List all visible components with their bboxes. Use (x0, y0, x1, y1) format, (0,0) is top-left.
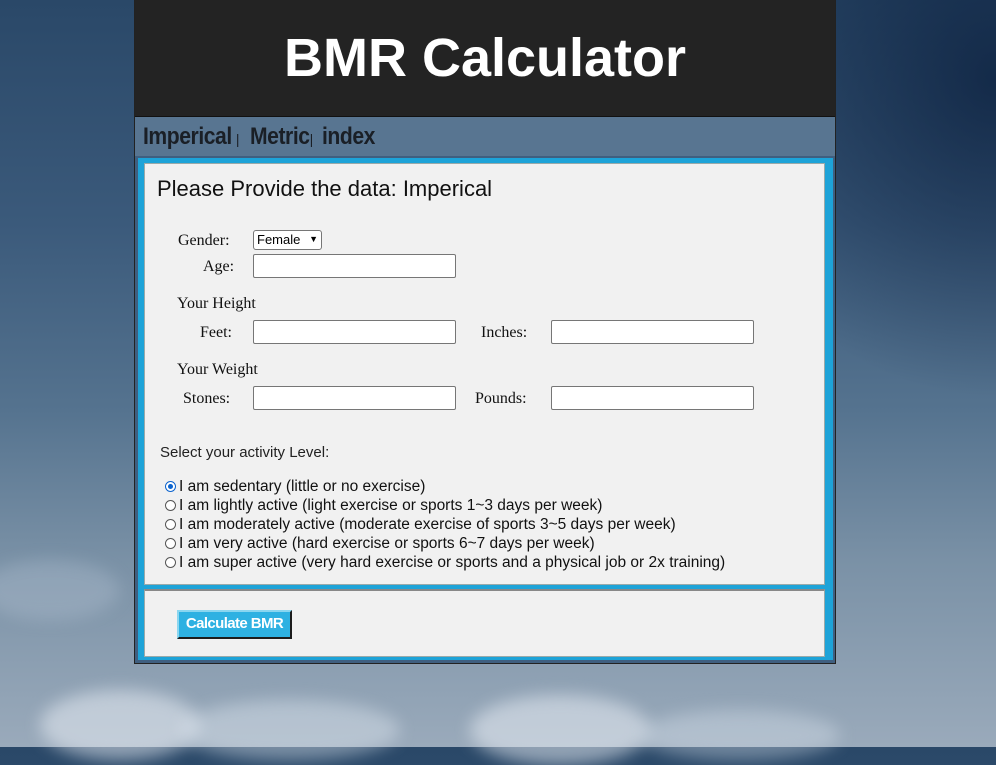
nav-bar: Imperical | Metric| index (135, 117, 835, 156)
activity-option-very-active[interactable]: I am very active (hard exercise or sport… (165, 535, 595, 553)
chevron-down-icon: ▼ (309, 234, 318, 244)
form-title: Please Provide the data: Imperical (157, 176, 493, 201)
age-label: Age: (203, 258, 235, 275)
activity-option-super-active[interactable]: I am super active (very hard exercise or… (165, 554, 725, 572)
weight-section-label: Your Weight (177, 361, 258, 378)
stones-label: Stones: (183, 390, 231, 407)
inches-input[interactable] (551, 320, 754, 344)
gender-label: Gender: (178, 232, 230, 249)
activity-option-label: I am lightly active (light exercise or s… (179, 497, 603, 514)
inches-label: Inches: (481, 324, 528, 341)
activity-option-label: I am moderately active (moderate exercis… (179, 516, 676, 533)
cloud (0, 560, 120, 620)
cloud (180, 700, 400, 760)
page-container: BMR Calculator Imperical | Metric| index … (134, 0, 836, 664)
pounds-input[interactable] (551, 386, 754, 410)
nav-link-metric[interactable]: Metric (250, 123, 310, 151)
activity-option-moderately-active[interactable]: I am moderately active (moderate exercis… (165, 516, 676, 534)
radio-button[interactable] (165, 557, 176, 568)
age-input[interactable] (253, 254, 456, 278)
cloud (40, 690, 200, 760)
gender-select[interactable]: Female ▼ (253, 230, 322, 250)
nav-link-index[interactable]: index (322, 123, 375, 151)
submit-area: Calculate BMR (144, 589, 825, 657)
header: BMR Calculator (135, 0, 835, 117)
activity-option-sedentary[interactable]: I am sedentary (little or no exercise) (165, 478, 425, 496)
height-section-label: Your Height (177, 295, 256, 312)
form-panel: Please Provide the data: Imperical Gende… (138, 158, 833, 660)
page-title: BMR Calculator (283, 28, 687, 88)
activity-option-label: I am very active (hard exercise or sport… (179, 535, 595, 552)
radio-button[interactable] (165, 481, 176, 492)
cloud (470, 695, 650, 765)
nav-separator: | (309, 131, 314, 147)
data-form: Please Provide the data: Imperical Gende… (144, 163, 825, 585)
cloud (640, 710, 840, 760)
radio-button[interactable] (165, 500, 176, 511)
activity-option-lightly-active[interactable]: I am lightly active (light exercise or s… (165, 497, 602, 515)
stones-input[interactable] (253, 386, 456, 410)
activity-option-label: I am super active (very hard exercise or… (179, 554, 726, 571)
activity-level-title: Select your activity Level: (160, 444, 330, 461)
calculate-bmr-button[interactable]: Calculate BMR (177, 610, 292, 639)
feet-input[interactable] (253, 320, 456, 344)
feet-label: Feet: (200, 324, 232, 341)
pounds-label: Pounds: (475, 390, 527, 407)
nav-link-imperical[interactable]: Imperical (143, 123, 232, 151)
activity-option-label: I am sedentary (little or no exercise) (179, 478, 426, 495)
radio-button[interactable] (165, 538, 176, 549)
nav-separator: | (235, 131, 240, 147)
gender-select-value: Female (257, 232, 301, 247)
radio-button[interactable] (165, 519, 176, 530)
